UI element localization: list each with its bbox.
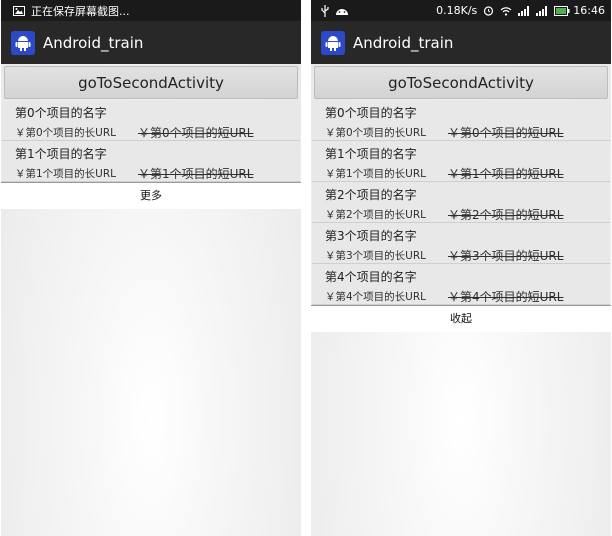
go-to-second-activity-button[interactable]: goToSecondActivity [4, 66, 298, 99]
right-screen: 0.18K/s 16:46 Android_train goToSecondAc… [311, 0, 611, 536]
list-item[interactable]: 第0个项目的名字 ￥第0个项目的长URL ￥第0个项目的短URL [2, 100, 300, 141]
alarm-icon [483, 5, 494, 16]
status-bar: 正在保存屏幕截图... [1, 0, 301, 21]
item-name: 第3个项目的名字 [325, 229, 417, 243]
item-name: 第1个项目的名字 [15, 147, 107, 161]
go-to-second-activity-button[interactable]: goToSecondActivity [314, 66, 608, 99]
list-item[interactable]: 第2个项目的名字 ￥第2个项目的长URL ￥第2个项目的短URL [312, 182, 610, 223]
action-bar: Android_train [311, 21, 611, 64]
status-bar: 0.18K/s 16:46 [311, 0, 611, 21]
android-icon [335, 6, 349, 16]
list-item[interactable]: 第3个项目的名字 ￥第3个项目的长URL ￥第3个项目的短URL [312, 223, 610, 264]
item-long-url: ￥第2个项目的长URL [325, 209, 427, 221]
item-name: 第2个项目的名字 [325, 188, 417, 202]
list-item[interactable]: 第1个项目的名字 ￥第1个项目的长URL ￥第1个项目的短URL [312, 141, 610, 182]
item-short-url: ￥第0个项目的短URL [138, 126, 254, 140]
item-short-url: ￥第1个项目的短URL [448, 167, 564, 181]
item-long-url: ￥第3个项目的长URL [325, 250, 427, 262]
collapse-button[interactable]: 收起 [311, 305, 611, 332]
item-short-url: ￥第2个项目的短URL [448, 208, 564, 222]
item-long-url: ￥第0个项目的长URL [325, 127, 427, 139]
android-app-icon[interactable] [321, 30, 345, 55]
item-name: 第0个项目的名字 [325, 106, 417, 120]
item-long-url: ￥第0个项目的长URL [15, 127, 117, 139]
list-item[interactable]: 第0个项目的名字 ￥第0个项目的长URL ￥第0个项目的短URL [312, 100, 610, 141]
more-button[interactable]: 更多 [1, 182, 301, 209]
item-list: 第0个项目的名字 ￥第0个项目的长URL ￥第0个项目的短URL 第1个项目的名… [312, 100, 610, 305]
status-notification-text: 正在保存屏幕截图... [31, 4, 130, 18]
item-long-url: ￥第1个项目的长URL [15, 168, 117, 180]
wifi-icon [500, 6, 512, 16]
item-short-url: ￥第3个项目的短URL [448, 249, 564, 263]
battery-icon [554, 5, 570, 16]
item-name: 第0个项目的名字 [15, 106, 107, 120]
usb-icon [321, 4, 329, 17]
action-bar: Android_train [1, 21, 301, 64]
main-content: goToSecondActivity 第0个项目的名字 ￥第0个项目的长URL … [311, 64, 611, 332]
app-title: Android_train [43, 33, 144, 52]
item-short-url: ￥第4个项目的短URL [448, 290, 564, 304]
item-short-url: ￥第0个项目的短URL [448, 126, 564, 140]
main-content: goToSecondActivity 第0个项目的名字 ￥第0个项目的长URL … [1, 64, 301, 209]
network-speed: 0.18K/s [436, 4, 478, 17]
app-title: Android_train [353, 33, 454, 52]
left-screen: 正在保存屏幕截图... Android_train goToSecondActi… [1, 0, 301, 536]
screenshot-icon [13, 5, 25, 16]
item-short-url: ￥第1个项目的短URL [138, 167, 254, 181]
item-name: 第4个项目的名字 [325, 270, 417, 284]
android-app-icon[interactable] [11, 30, 35, 55]
list-item[interactable]: 第4个项目的名字 ￥第4个项目的长URL ￥第4个项目的短URL [312, 264, 610, 305]
signal-icon [536, 5, 548, 16]
item-name: 第1个项目的名字 [325, 147, 417, 161]
item-long-url: ￥第4个项目的长URL [325, 291, 427, 303]
item-long-url: ￥第1个项目的长URL [325, 168, 427, 180]
signal-icon [518, 5, 530, 16]
list-item[interactable]: 第1个项目的名字 ￥第1个项目的长URL ￥第1个项目的短URL [2, 141, 300, 182]
clock: 16:46 [573, 4, 605, 17]
item-list: 第0个项目的名字 ￥第0个项目的长URL ￥第0个项目的短URL 第1个项目的名… [2, 100, 300, 182]
